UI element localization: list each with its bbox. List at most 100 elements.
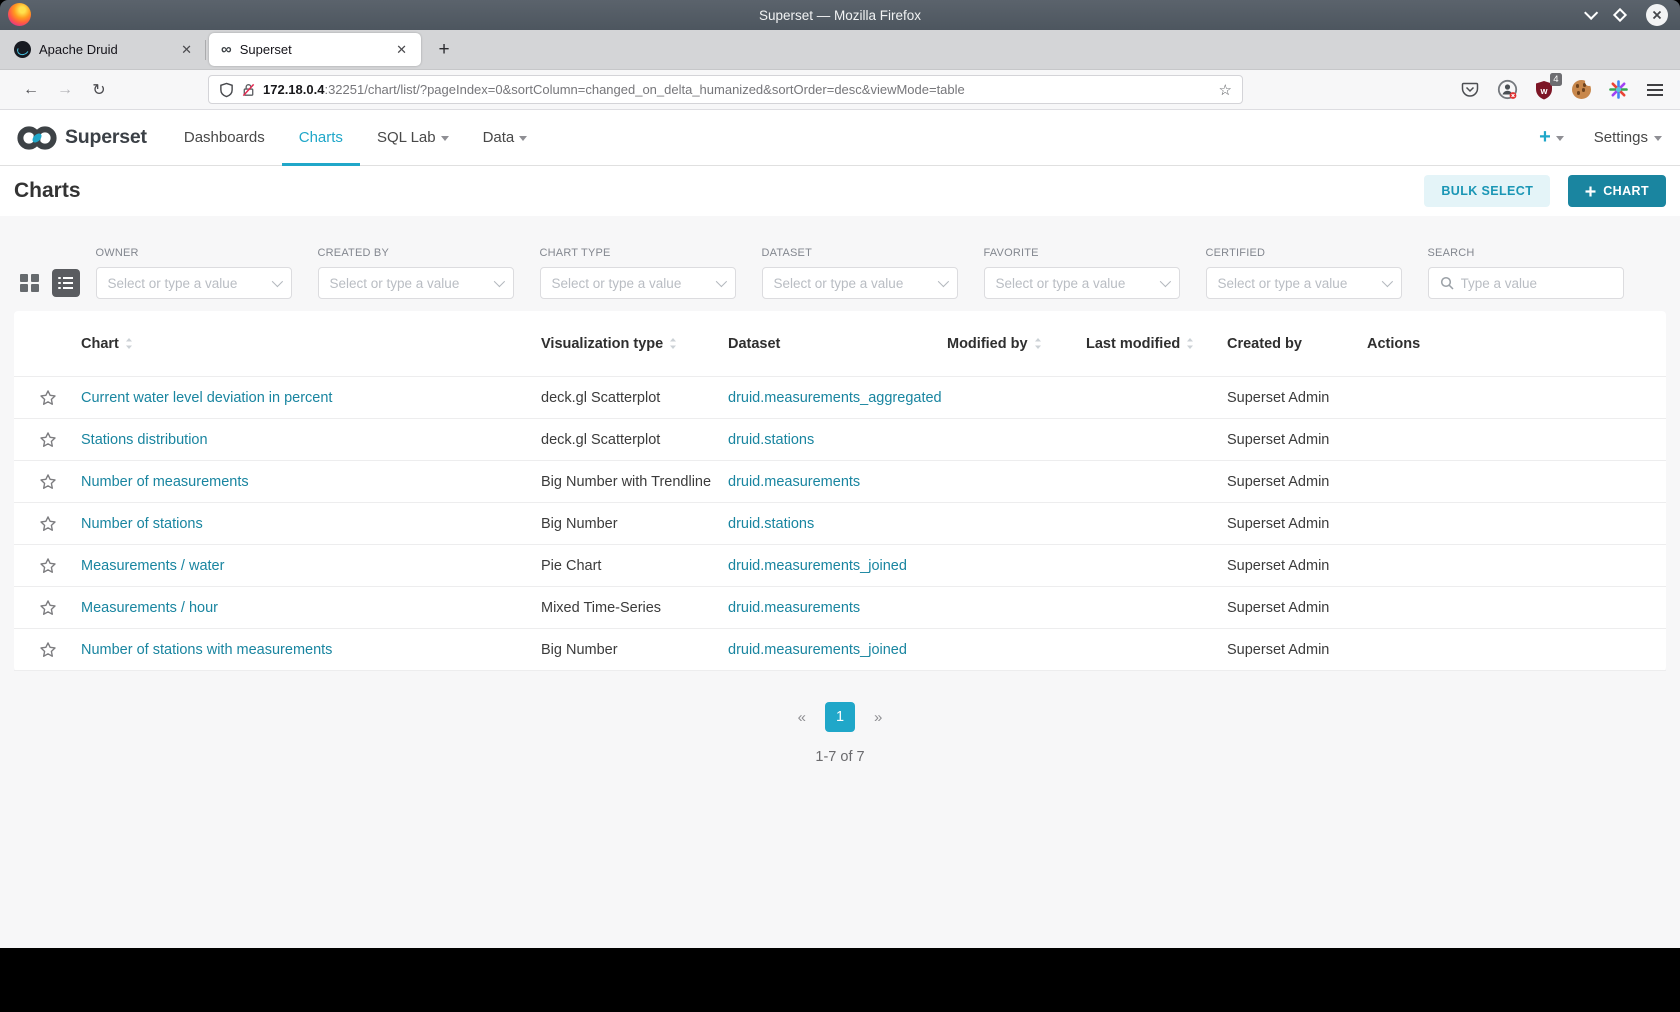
caret-down-icon: [1555, 136, 1564, 141]
close-window-icon[interactable]: [1646, 4, 1668, 26]
insecure-lock-icon[interactable]: [241, 82, 256, 98]
sort-icon[interactable]: [669, 337, 677, 350]
identity-blocked-icon[interactable]: [1496, 79, 1518, 101]
extension-icons: w 4: [1459, 72, 1666, 101]
nav-item-sql-lab[interactable]: SQL Lab: [360, 110, 466, 165]
nav-item-charts[interactable]: Charts: [281, 110, 361, 166]
filter-select-control[interactable]: Select or type a value: [1205, 267, 1402, 299]
column-label: Dataset: [728, 335, 781, 352]
created-by-cell: Superset Admin: [1227, 599, 1330, 616]
column-header[interactable]: Created by: [1227, 336, 1367, 352]
dataset-link[interactable]: druid.stations: [728, 432, 947, 448]
shield-icon[interactable]: [219, 82, 234, 98]
filter-select: CERTIFIED Select or type a value: [1205, 247, 1402, 299]
column-header[interactable]: Dataset: [728, 336, 947, 352]
reload-icon[interactable]: ↻: [82, 80, 116, 100]
created-by-cell: Superset Admin: [1227, 389, 1330, 406]
list-view-toggle-icon[interactable]: [51, 269, 80, 297]
next-page-button[interactable]: »: [868, 705, 888, 730]
new-tab-button[interactable]: +: [427, 30, 461, 69]
prev-page-button[interactable]: «: [792, 705, 812, 730]
column-header[interactable]: Last modified: [1086, 336, 1227, 352]
maximize-icon[interactable]: [1612, 7, 1628, 23]
browser-tab-bar: Apache Druid ✕ ∞ Superset ✕ +: [0, 30, 1680, 70]
cookie-icon[interactable]: [1570, 78, 1593, 101]
sort-icon[interactable]: [1186, 337, 1194, 350]
chart-link[interactable]: Measurements / water: [81, 558, 541, 574]
column-label: Visualization type: [541, 335, 664, 352]
nav-item-data[interactable]: Data: [466, 110, 545, 165]
dataset-link[interactable]: druid.measurements: [728, 474, 947, 490]
tab-superset[interactable]: ∞ Superset ✕: [209, 33, 421, 66]
filter-select-control[interactable]: Select or type a value: [317, 267, 514, 299]
favorite-star-icon[interactable]: [14, 641, 81, 659]
chart-link[interactable]: Measurements / hour: [81, 600, 541, 616]
filter-select-control[interactable]: Select or type a value: [983, 267, 1180, 299]
card-view-toggle-icon[interactable]: [20, 273, 39, 293]
column-header[interactable]: Chart: [81, 336, 541, 352]
add-chart-button[interactable]: CHART: [1568, 175, 1666, 207]
search-input[interactable]: Type a value: [1427, 267, 1624, 299]
chart-link[interactable]: Number of measurements: [81, 474, 541, 490]
bookmark-star-icon[interactable]: ☆: [1219, 81, 1232, 99]
filter-label: FAVORITE: [983, 247, 1039, 259]
nav-item-dashboards[interactable]: Dashboards: [167, 110, 282, 165]
bulk-select-button[interactable]: BULK SELECT: [1424, 175, 1551, 207]
created-by-cell: Superset Admin: [1227, 557, 1330, 574]
sort-icon[interactable]: [1034, 337, 1042, 350]
superset-brand[interactable]: Superset: [16, 110, 147, 165]
back-icon[interactable]: ←: [14, 81, 48, 99]
tab-apache-druid[interactable]: Apache Druid ✕: [2, 30, 206, 69]
select-placeholder: Select or type a value: [551, 275, 682, 291]
favorite-star-icon[interactable]: [14, 557, 81, 575]
table-row: Current water level deviation in percent…: [14, 377, 1666, 419]
tab-close-icon[interactable]: ✕: [177, 40, 196, 60]
settings-menu[interactable]: Settings: [1594, 129, 1662, 146]
column-header[interactable]: Modified by: [947, 336, 1086, 352]
url-path: :32251/chart/list/?pageIndex=0&sortColum…: [324, 82, 965, 97]
favorite-star-icon[interactable]: [14, 515, 81, 533]
tab-close-icon[interactable]: ✕: [392, 40, 411, 60]
menu-icon[interactable]: [1644, 79, 1666, 101]
dataset-link[interactable]: druid.measurements_joined: [728, 642, 947, 658]
sort-icon[interactable]: [125, 337, 133, 350]
nav-label: SQL Lab: [376, 129, 436, 146]
chevron-down-icon: [1159, 275, 1171, 288]
table-header-row: Chart Visualization type Dataset Modifie…: [14, 311, 1666, 377]
dataset-link[interactable]: druid.measurements_aggregated: [728, 390, 947, 406]
filter-select-control[interactable]: Select or type a value: [539, 267, 736, 299]
select-placeholder: Select or type a value: [107, 275, 238, 291]
dataset-link[interactable]: druid.measurements_joined: [728, 558, 947, 574]
firefox-logo-icon: [8, 3, 31, 26]
nav-label: Data: [482, 129, 515, 146]
column-header[interactable]: Actions: [1367, 336, 1666, 352]
select-placeholder: Select or type a value: [329, 275, 460, 291]
favorite-star-icon[interactable]: [14, 473, 81, 491]
forward-icon[interactable]: →: [48, 81, 82, 99]
settings-label: Settings: [1593, 129, 1648, 146]
desktop-background: [0, 948, 1680, 1012]
sparkle-extension-icon[interactable]: [1607, 79, 1629, 101]
minimize-icon[interactable]: [1584, 5, 1599, 20]
favorite-star-icon[interactable]: [14, 431, 81, 449]
viz-type-cell: Big Number with Trendline: [541, 473, 712, 490]
url-text[interactable]: 172.18.0.4:32251/chart/list/?pageIndex=0…: [263, 82, 1212, 97]
chevron-down-icon: [271, 275, 283, 288]
filter-select-control[interactable]: Select or type a value: [95, 267, 292, 299]
select-placeholder: Select or type a value: [995, 275, 1126, 291]
chart-link[interactable]: Current water level deviation in percent: [81, 390, 541, 406]
filter-select-control[interactable]: Select or type a value: [761, 267, 958, 299]
dataset-link[interactable]: druid.measurements: [728, 600, 947, 616]
url-bar[interactable]: 172.18.0.4:32251/chart/list/?pageIndex=0…: [208, 75, 1243, 104]
blocker-shield-icon[interactable]: w 4: [1533, 72, 1562, 101]
favorite-star-icon[interactable]: [14, 599, 81, 617]
favorite-star-icon[interactable]: [14, 389, 81, 407]
chart-link[interactable]: Number of stations with measurements: [81, 642, 541, 658]
dataset-link[interactable]: druid.stations: [728, 516, 947, 532]
page-1-button[interactable]: 1: [825, 702, 855, 732]
pocket-icon[interactable]: [1459, 79, 1481, 101]
chart-link[interactable]: Stations distribution: [81, 432, 541, 448]
new-item-button[interactable]: +: [1539, 126, 1564, 149]
chart-link[interactable]: Number of stations: [81, 516, 541, 532]
column-header[interactable]: Visualization type: [541, 336, 728, 352]
